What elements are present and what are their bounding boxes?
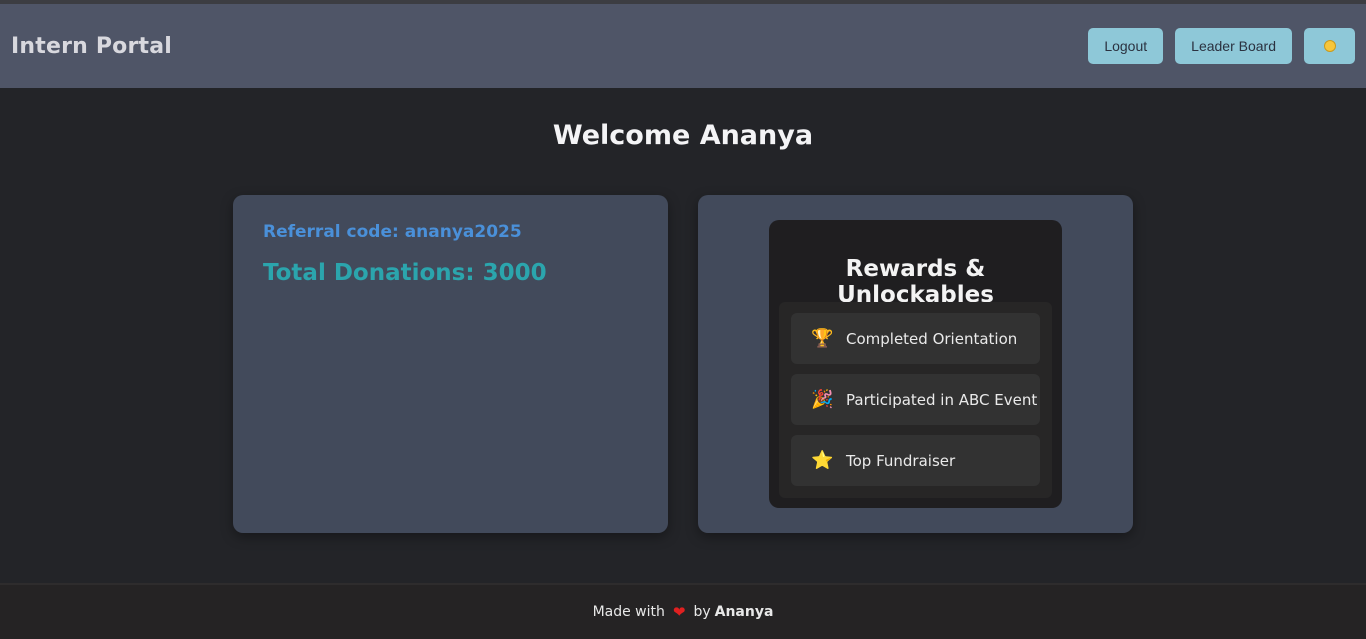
reward-item: 🏆 Completed Orientation bbox=[791, 313, 1040, 364]
reward-list: 🏆 Completed Orientation 🎉 Participated i… bbox=[779, 302, 1052, 498]
reward-label: Completed Orientation bbox=[846, 329, 1018, 348]
trophy-icon: 🏆 bbox=[811, 328, 834, 349]
reward-item: 🎉 Participated in ABC Event bbox=[791, 374, 1040, 425]
reward-item: ⭐ Top Fundraiser bbox=[791, 435, 1040, 486]
rewards-title: Rewards & Unlockables bbox=[837, 256, 994, 308]
heart-icon: ❤ bbox=[672, 603, 686, 621]
rewards-panel: Rewards & Unlockables 🏆 Completed Orient… bbox=[769, 220, 1062, 508]
footer: Made with ❤ by Ananya bbox=[0, 583, 1366, 639]
referral-code: Referral code: ananya2025 bbox=[263, 222, 522, 242]
footer-author: Ananya bbox=[714, 604, 774, 620]
party-popper-icon: 🎉 bbox=[811, 389, 834, 410]
sun-icon bbox=[1323, 40, 1336, 52]
leaderboard-button[interactable]: Leader Board bbox=[1175, 28, 1292, 64]
reward-label: Top Fundraiser bbox=[846, 451, 956, 470]
reward-label: Participated in ABC Event bbox=[846, 390, 1038, 409]
app-title: Intern Portal bbox=[11, 33, 173, 59]
welcome-heading: Welcome Ananya bbox=[552, 120, 814, 151]
rewards-card: Rewards & Unlockables 🏆 Completed Orient… bbox=[698, 195, 1133, 533]
footer-made-with: Made with bbox=[592, 604, 665, 620]
stats-card: Referral code: ananya2025 Total Donation… bbox=[233, 195, 668, 533]
theme-toggle-button[interactable] bbox=[1304, 28, 1355, 64]
top-navbar: Intern Portal Logout Leader Board bbox=[0, 4, 1366, 88]
logout-button[interactable]: Logout bbox=[1088, 28, 1164, 64]
star-icon: ⭐ bbox=[811, 450, 834, 471]
footer-by: by bbox=[693, 604, 711, 620]
nav-actions: Logout Leader Board bbox=[1088, 28, 1355, 64]
total-donations: Total Donations: 3000 bbox=[263, 260, 547, 286]
